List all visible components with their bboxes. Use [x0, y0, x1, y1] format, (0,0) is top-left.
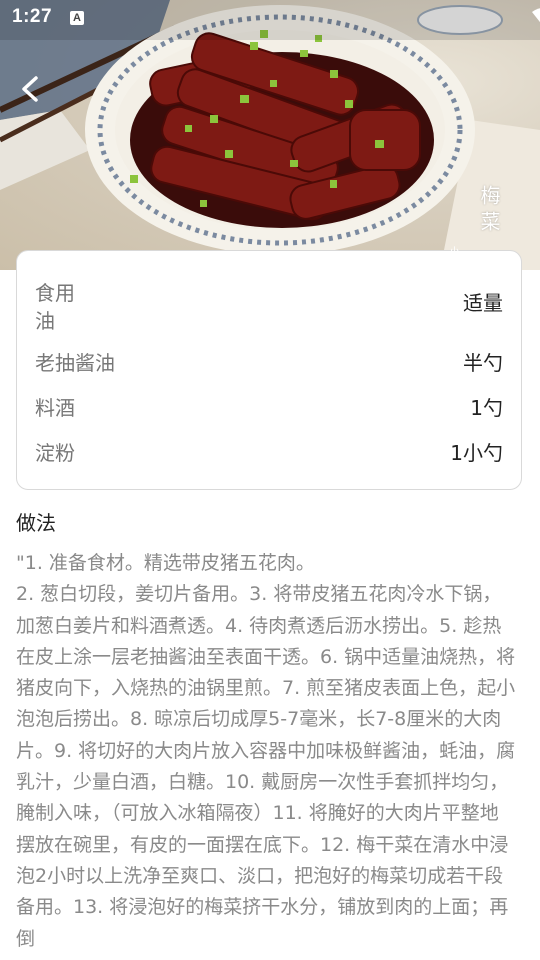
chevron-left-icon [22, 76, 38, 102]
ingredient-amount: 半勺 [463, 351, 503, 375]
recipe-hero-image: 1:27 A 梅菜 小 [0, 0, 540, 270]
ingredient-name: 料酒 [35, 396, 75, 420]
ingredient-name: 食用油 [35, 281, 75, 333]
ingredients-card: 食用油 适量 老抽酱油 半勺 料酒 1勺 淀粉 1小勺 [16, 250, 522, 490]
ingredient-row: 食用油 适量 [35, 279, 503, 335]
method-title: 做法 [16, 511, 56, 535]
ingredient-name: 淀粉 [35, 441, 75, 465]
ingredient-amount: 1小勺 [450, 441, 503, 465]
status-bar: 1:27 A [0, 0, 540, 36]
back-button[interactable] [14, 72, 48, 106]
photo-watermark-small: 小 [447, 246, 458, 256]
method-text: "1. 准备食材。精选带皮猪五花肉。 2. 葱白切段，姜切片备用。3. 将带皮猪… [16, 552, 516, 950]
photo-watermark: 梅菜 [477, 185, 501, 237]
ingredient-amount: 1勺 [470, 396, 503, 420]
ingredient-amount: 适量 [463, 291, 503, 315]
braised-pork-photo [0, 0, 540, 270]
wifi-icon [532, 8, 540, 23]
notification-icon: A [70, 11, 84, 25]
status-time: 1:27 [12, 6, 53, 27]
ingredient-name: 老抽酱油 [35, 351, 115, 375]
